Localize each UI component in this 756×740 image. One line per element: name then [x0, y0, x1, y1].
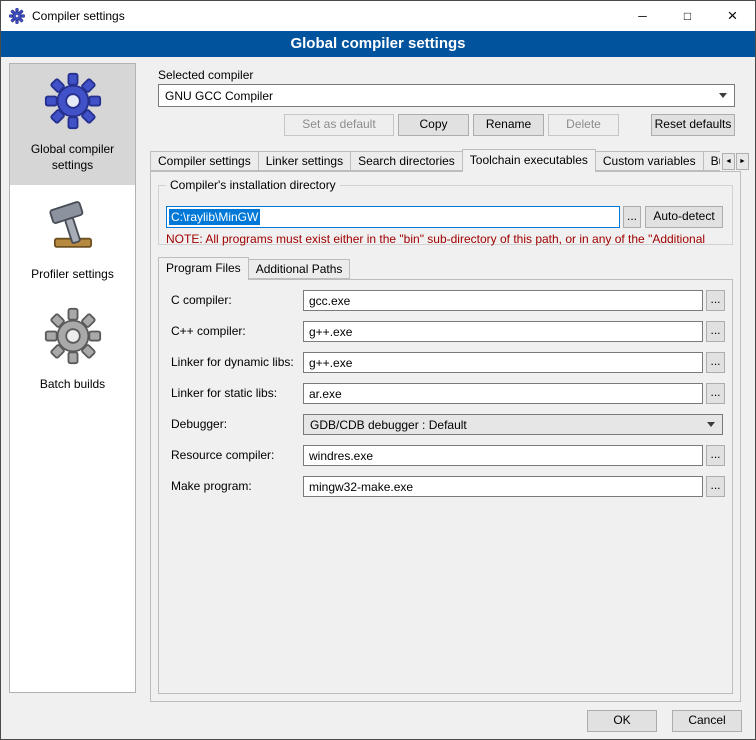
- sidebar-item-label: Global compiler settings: [13, 142, 132, 173]
- make-program-browse-button[interactable]: ...: [706, 476, 725, 497]
- tab-compiler-settings[interactable]: Compiler settings: [150, 151, 259, 171]
- linker-dynamic-input[interactable]: [303, 352, 703, 373]
- debugger-label: Debugger:: [171, 414, 227, 435]
- reset-defaults-button[interactable]: Reset defaults: [651, 114, 735, 136]
- compiler-settings-window: Compiler settings ─ □ × Global compiler …: [0, 0, 756, 740]
- note-text: NOTE: All programs must exist either in …: [166, 232, 733, 246]
- resource-compiler-browse-button[interactable]: ...: [706, 445, 725, 466]
- sidebar-item-label: Batch builds: [40, 377, 105, 393]
- debugger-value: GDB/CDB debugger : Default: [310, 418, 467, 432]
- main-tabstrip: Compiler settings Linker settings Search…: [150, 149, 720, 172]
- cancel-button[interactable]: Cancel: [672, 710, 742, 732]
- selected-compiler-value: GNU GCC Compiler: [165, 89, 273, 103]
- delete-button[interactable]: Delete: [548, 114, 619, 136]
- page-title: Global compiler settings: [1, 31, 755, 57]
- ok-button[interactable]: OK: [587, 710, 657, 732]
- tab-scroll-right-icon[interactable]: ►: [736, 153, 749, 170]
- window-title: Compiler settings: [32, 9, 125, 23]
- auto-detect-button[interactable]: Auto-detect: [645, 206, 723, 228]
- installation-directory-browse-button[interactable]: ...: [623, 206, 641, 228]
- set-as-default-button[interactable]: Set as default: [284, 114, 394, 136]
- installation-directory-value: C:\raylib\MinGW: [169, 209, 260, 225]
- sidebar: Global compiler settings Profiler settin…: [9, 63, 136, 693]
- linker-dynamic-label: Linker for dynamic libs:: [171, 352, 294, 373]
- maximize-icon[interactable]: □: [665, 1, 710, 31]
- linker-static-label: Linker for static libs:: [171, 383, 277, 404]
- tab-program-files[interactable]: Program Files: [158, 257, 249, 280]
- resource-compiler-label: Resource compiler:: [171, 445, 274, 466]
- c-compiler-browse-button[interactable]: ...: [706, 290, 725, 311]
- make-program-label: Make program:: [171, 476, 252, 497]
- linker-dynamic-browse-button[interactable]: ...: [706, 352, 725, 373]
- installation-directory-input[interactable]: C:\raylib\MinGW: [166, 206, 620, 228]
- tab-toolchain-executables[interactable]: Toolchain executables: [462, 149, 596, 172]
- chevron-down-icon: [707, 422, 715, 427]
- copy-button[interactable]: Copy: [398, 114, 469, 136]
- make-program-input[interactable]: [303, 476, 703, 497]
- sub-tabstrip: Program Files Additional Paths: [158, 257, 349, 280]
- installation-directory-group-title: Compiler's installation directory: [166, 178, 340, 192]
- tab-build-options[interactable]: Buil: [703, 151, 720, 171]
- cpp-compiler-browse-button[interactable]: ...: [706, 321, 725, 342]
- chevron-down-icon: [719, 93, 727, 98]
- tab-scroll-left-icon[interactable]: ◄: [722, 153, 735, 170]
- gray-gear-icon: [44, 307, 102, 365]
- sidebar-item-global-compiler-settings[interactable]: Global compiler settings: [10, 64, 135, 185]
- cpp-compiler-input[interactable]: [303, 321, 703, 342]
- tab-additional-paths[interactable]: Additional Paths: [248, 259, 351, 279]
- tab-linker-settings[interactable]: Linker settings: [258, 151, 351, 171]
- close-icon[interactable]: ×: [710, 1, 755, 31]
- profiler-tool-icon: [44, 197, 102, 255]
- titlebar: Compiler settings ─ □ ×: [1, 1, 755, 31]
- blue-gear-icon: [44, 72, 102, 130]
- selected-compiler-label: Selected compiler: [158, 65, 253, 86]
- tab-custom-variables[interactable]: Custom variables: [595, 151, 704, 171]
- selected-compiler-select[interactable]: GNU GCC Compiler: [158, 84, 735, 107]
- c-compiler-label: C compiler:: [171, 290, 232, 311]
- tab-search-directories[interactable]: Search directories: [350, 151, 463, 171]
- sidebar-item-profiler-settings[interactable]: Profiler settings: [10, 189, 135, 295]
- minimize-icon[interactable]: ─: [620, 1, 665, 31]
- window-controls: ─ □ ×: [620, 1, 755, 31]
- app-gear-icon: [9, 8, 25, 24]
- debugger-select[interactable]: GDB/CDB debugger : Default: [303, 414, 723, 435]
- rename-button[interactable]: Rename: [473, 114, 544, 136]
- cpp-compiler-label: C++ compiler:: [171, 321, 246, 342]
- resource-compiler-input[interactable]: [303, 445, 703, 466]
- sidebar-item-label: Profiler settings: [31, 267, 114, 283]
- linker-static-browse-button[interactable]: ...: [706, 383, 725, 404]
- linker-static-input[interactable]: [303, 383, 703, 404]
- c-compiler-input[interactable]: [303, 290, 703, 311]
- sidebar-item-batch-builds[interactable]: Batch builds: [10, 299, 135, 405]
